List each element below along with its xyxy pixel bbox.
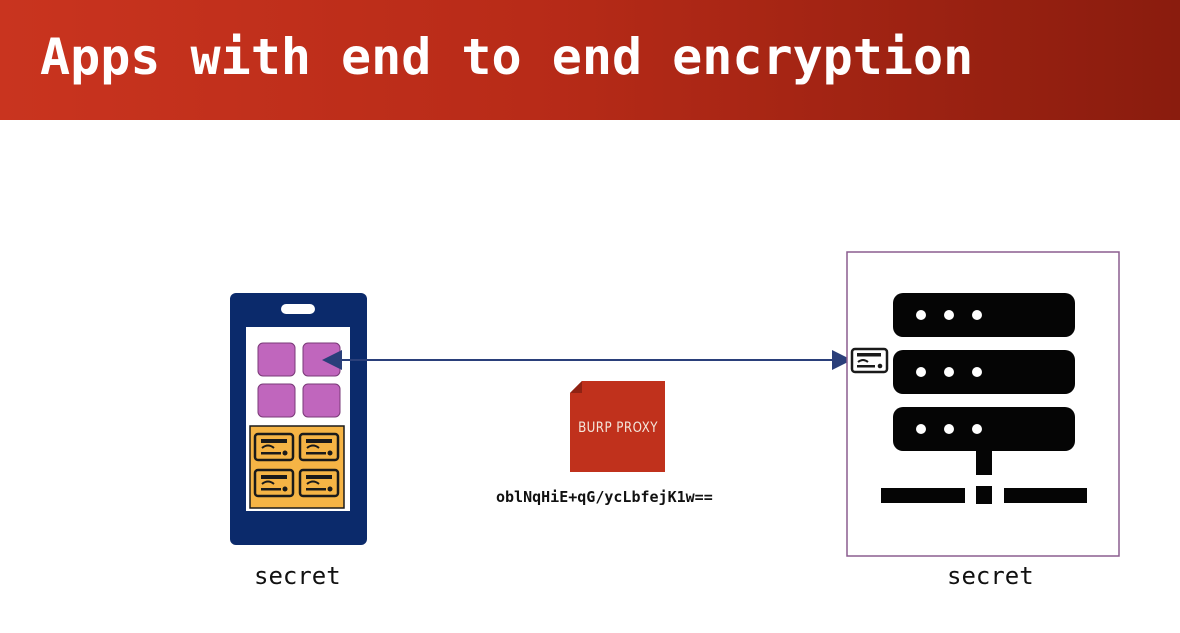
burp-proxy-label: BURP PROXY xyxy=(578,420,658,436)
server-card-icon xyxy=(850,347,889,374)
ciphertext-label: oblNqHiE+qG/ycLbfejK1w== xyxy=(496,488,713,506)
encryption-diagram xyxy=(230,251,1120,557)
smartphone-icon xyxy=(230,293,367,545)
server-secret-label: secret xyxy=(947,562,1034,590)
server-rack-icon xyxy=(846,251,1120,557)
client-secret-label: secret xyxy=(254,562,341,590)
